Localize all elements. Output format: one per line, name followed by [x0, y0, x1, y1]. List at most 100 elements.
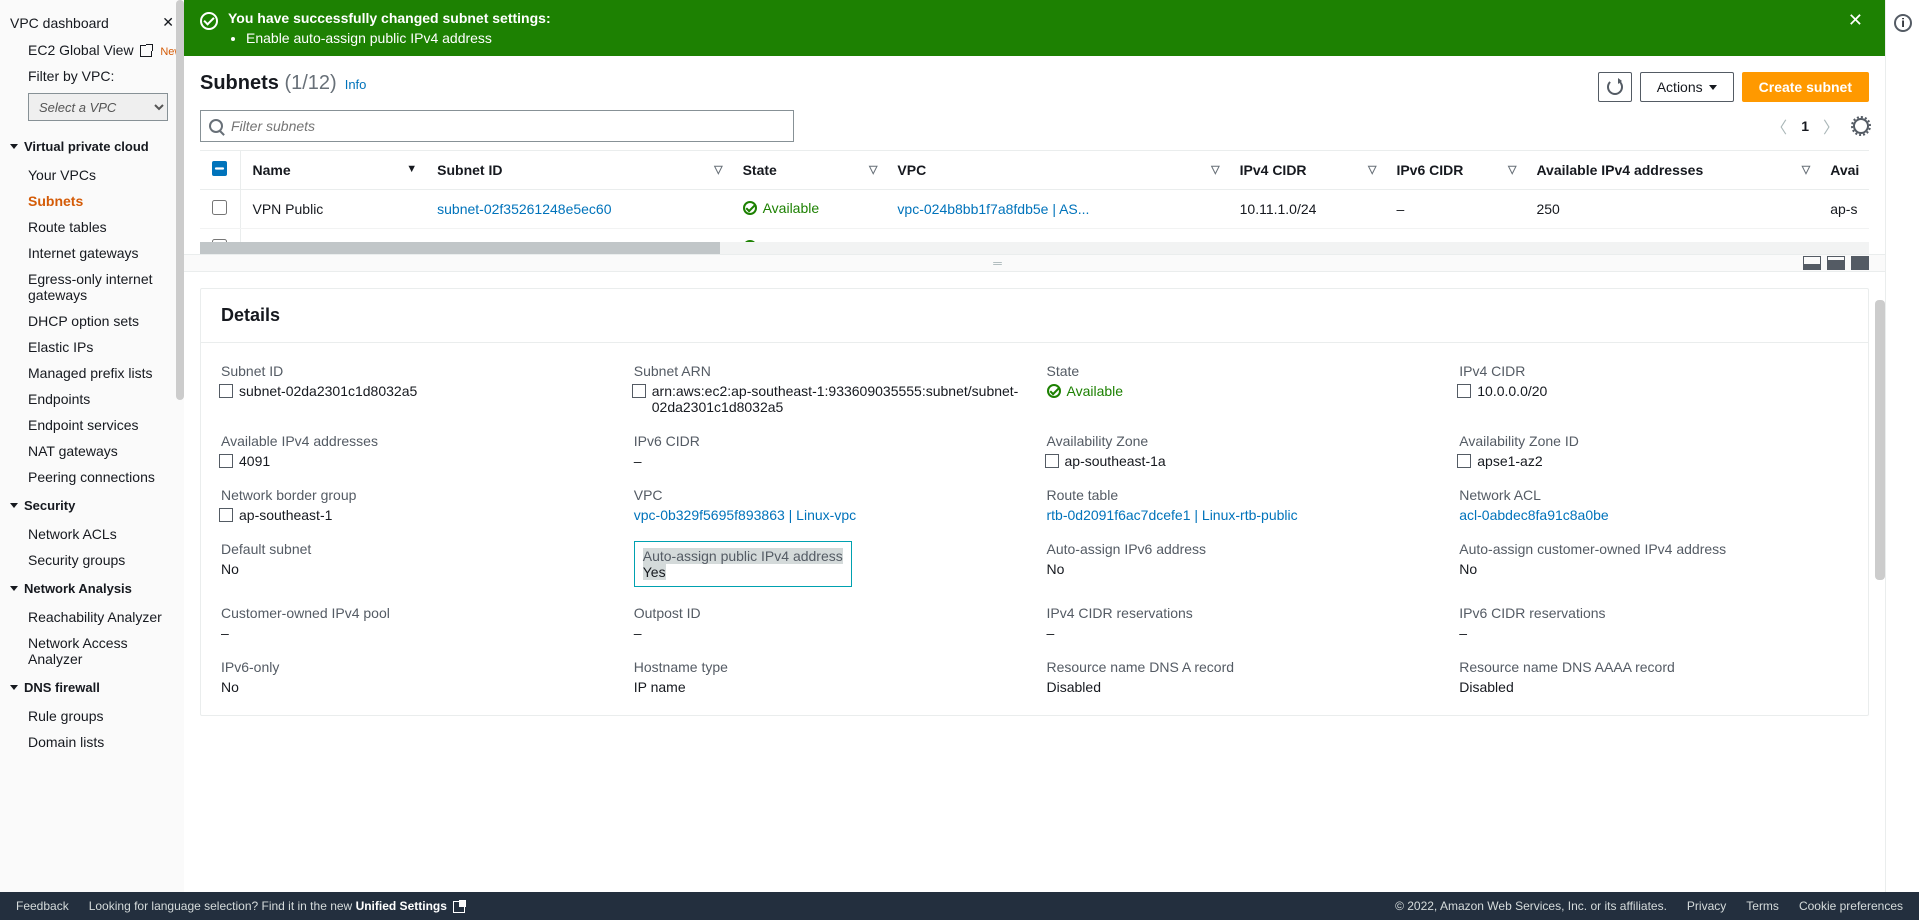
prev-page-icon[interactable]: 〈	[1771, 114, 1787, 138]
info-icon[interactable]: i	[1894, 14, 1912, 32]
horizontal-scrollbar[interactable]	[200, 242, 1869, 254]
close-icon[interactable]: ✕	[162, 14, 174, 31]
field-subnet-id: Subnet ID subnet-02da2301c1d8032a5	[221, 363, 610, 415]
col-vpc[interactable]: VPC▽	[885, 151, 1227, 190]
field-dns-a: Resource name DNS A record Disabled	[1047, 659, 1436, 695]
cell-state: Available	[743, 200, 820, 216]
scrollbar[interactable]	[176, 0, 184, 400]
cell-az: ap-s	[1818, 190, 1869, 229]
col-subnet-id[interactable]: Subnet ID▽	[425, 151, 730, 190]
ec2-global-link[interactable]: EC2 Global View New	[0, 37, 184, 63]
unified-settings-link[interactable]: Unified Settings	[356, 899, 466, 913]
actions-button[interactable]: Actions	[1640, 72, 1734, 102]
filter-input[interactable]	[231, 118, 785, 134]
details-title: Details	[201, 289, 1868, 343]
sidebar-item-network-acls[interactable]: Network ACLs	[0, 521, 184, 547]
cookies-link[interactable]: Cookie preferences	[1799, 899, 1903, 913]
col-ipv6-cidr[interactable]: IPv6 CIDR▽	[1384, 151, 1524, 190]
close-alert-icon[interactable]: ✕	[1842, 10, 1869, 31]
sidebar-item-your-vpcs[interactable]: Your VPCs	[0, 162, 184, 188]
layout-half-icon[interactable]	[1827, 256, 1845, 270]
sidebar-item-nat-gateways[interactable]: NAT gateways	[0, 438, 184, 464]
col-az[interactable]: Avai	[1818, 151, 1869, 190]
cell-cidr6: –	[1384, 229, 1524, 243]
field-rtb: Route table rtb-0d2091f6ac7dcefe1 | Linu…	[1047, 487, 1436, 523]
layout-bottom-icon[interactable]	[1803, 256, 1821, 270]
select-all-checkbox[interactable]	[212, 161, 227, 176]
sidebar-group-network-analysis[interactable]: Network Analysis	[0, 573, 184, 604]
cell-cidr4: 10.11.1.0/24	[1228, 190, 1385, 229]
sidebar-item-endpoints[interactable]: Endpoints	[0, 386, 184, 412]
copy-icon[interactable]	[1459, 386, 1471, 398]
footer: Feedback Looking for language selection?…	[0, 892, 1919, 920]
col-avail-ips[interactable]: Available IPv4 addresses▽	[1524, 151, 1818, 190]
sidebar-item-security-groups[interactable]: Security groups	[0, 547, 184, 573]
filter-vpc-label: Filter by VPC:	[0, 63, 184, 89]
refresh-button[interactable]	[1598, 72, 1632, 102]
sidebar-item-endpoint-services[interactable]: Endpoint services	[0, 412, 184, 438]
col-state[interactable]: State▽	[731, 151, 886, 190]
vpc-dashboard-link[interactable]: VPC dashboard	[10, 15, 109, 31]
sidebar-item-subnets[interactable]: Subnets	[0, 188, 184, 214]
split-panel-handle[interactable]: ═	[184, 254, 1885, 272]
next-page-icon[interactable]: 〉	[1823, 114, 1839, 138]
alert-title: You have successfully changed subnet set…	[228, 10, 1832, 26]
table-row[interactable]: Public subnet 2 subnet-05112b4b8e92f172c…	[200, 229, 1869, 243]
copy-icon[interactable]	[221, 510, 233, 522]
field-ipv4-cidr: IPv4 CIDR 10.0.0.0/20	[1459, 363, 1848, 415]
sidebar-item-route-tables[interactable]: Route tables	[0, 214, 184, 240]
field-vpc: VPC vpc-0b329f5695f893863 | Linux-vpc	[634, 487, 1023, 523]
settings-icon[interactable]	[1853, 118, 1869, 134]
vpc-filter-select[interactable]: Select a VPC	[28, 93, 168, 121]
copy-icon[interactable]	[221, 386, 233, 398]
field-az-id: Availability Zone ID apse1-az2	[1459, 433, 1848, 469]
privacy-link[interactable]: Privacy	[1687, 899, 1726, 913]
col-name[interactable]: Name▼	[240, 151, 425, 190]
sidebar-group-vpc[interactable]: Virtual private cloud	[0, 131, 184, 162]
right-rail: i	[1885, 0, 1919, 920]
create-subnet-button[interactable]: Create subnet	[1742, 72, 1869, 102]
sidebar-item-reachability[interactable]: Reachability Analyzer	[0, 604, 184, 630]
cell-avail: 250	[1524, 229, 1818, 243]
sidebar-item-domain-lists[interactable]: Domain lists	[0, 729, 184, 755]
scrollbar[interactable]	[1875, 300, 1885, 580]
search-icon	[209, 119, 223, 133]
cell-cidr6: –	[1384, 190, 1524, 229]
cell-subnet-id[interactable]: subnet-02f35261248e5ec60	[437, 201, 611, 217]
feedback-link[interactable]: Feedback	[16, 899, 69, 913]
sidebar-item-rule-groups[interactable]: Rule groups	[0, 703, 184, 729]
copy-icon[interactable]	[1459, 456, 1471, 468]
sidebar-item-prefix-lists[interactable]: Managed prefix lists	[0, 360, 184, 386]
field-ipv6-res: IPv6 CIDR reservations –	[1459, 605, 1848, 641]
field-ipv4-res: IPv4 CIDR reservations –	[1047, 605, 1436, 641]
sidebar-item-network-access[interactable]: Network Access Analyzer	[0, 630, 184, 672]
check-circle-icon	[1047, 384, 1061, 398]
col-ipv4-cidr[interactable]: IPv4 CIDR▽	[1228, 151, 1385, 190]
info-link[interactable]: Info	[345, 77, 367, 92]
sidebar-item-dhcp[interactable]: DHCP option sets	[0, 308, 184, 334]
table-row[interactable]: VPN Public subnet-02f35261248e5ec60 Avai…	[200, 190, 1869, 229]
field-avail-ips: Available IPv4 addresses 4091	[221, 433, 610, 469]
sidebar-item-internet-gateways[interactable]: Internet gateways	[0, 240, 184, 266]
copy-icon[interactable]	[1047, 456, 1059, 468]
field-auto-co: Auto-assign customer-owned IPv4 address …	[1459, 541, 1848, 587]
field-state: State Available	[1047, 363, 1436, 415]
sidebar-item-egress-gateways[interactable]: Egress-only internet gateways	[0, 266, 184, 308]
filter-input-wrapper[interactable]	[200, 110, 794, 142]
cell-vpc[interactable]: vpc-024b8bb1f7a8fdb5e | AS...	[897, 201, 1089, 217]
field-ipv6-only: IPv6-only No	[221, 659, 610, 695]
sidebar-item-peering[interactable]: Peering connections	[0, 464, 184, 490]
layout-full-icon[interactable]	[1851, 256, 1869, 270]
field-auto-ipv6: Auto-assign IPv6 address No	[1047, 541, 1436, 587]
copy-icon[interactable]	[634, 386, 646, 398]
sidebar-group-dns-firewall[interactable]: DNS firewall	[0, 672, 184, 703]
terms-link[interactable]: Terms	[1746, 899, 1779, 913]
field-subnet-arn: Subnet ARN arn:aws:ec2:ap-southeast-1:93…	[634, 363, 1023, 415]
sidebar-item-elastic-ips[interactable]: Elastic IPs	[0, 334, 184, 360]
copy-icon[interactable]	[221, 456, 233, 468]
row-checkbox[interactable]	[212, 200, 227, 215]
drag-handle-icon: ═	[200, 256, 1797, 270]
sidebar-group-security[interactable]: Security	[0, 490, 184, 521]
caret-down-icon	[10, 503, 18, 508]
field-az: Availability Zone ap-southeast-1a	[1047, 433, 1436, 469]
